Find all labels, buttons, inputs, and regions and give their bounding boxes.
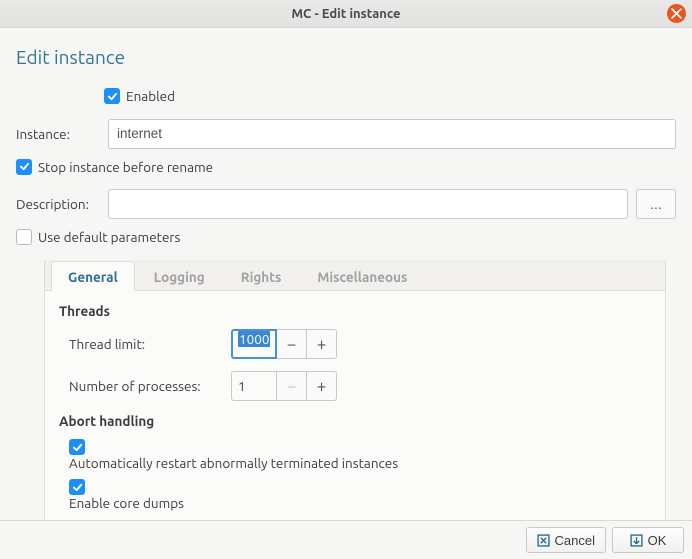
default-params-checkbox[interactable]: Use default parameters <box>16 229 180 245</box>
instance-row: Instance: <box>16 119 676 149</box>
check-icon <box>107 91 118 102</box>
num-processes-row: Number of processes: 1 − + <box>69 371 651 401</box>
ok-label: OK <box>648 533 667 548</box>
check-icon <box>72 442 83 453</box>
tabs-container: General Logging Rights Miscellaneous Thr… <box>44 260 666 536</box>
page-title: Edit instance <box>16 46 676 68</box>
cancel-button[interactable]: Cancel <box>526 527 606 553</box>
thread-limit-label: Thread limit: <box>69 336 221 352</box>
description-more-button[interactable]: ... <box>636 189 676 219</box>
cancel-icon <box>537 534 550 547</box>
thread-limit-input[interactable]: 1000 <box>231 329 277 359</box>
enabled-checkbox[interactable]: Enabled <box>104 88 175 104</box>
num-processes-increment[interactable]: + <box>307 371 337 401</box>
ok-button[interactable]: OK <box>612 527 684 553</box>
stop-before-rename-label: Stop instance before rename <box>38 159 213 175</box>
core-dumps-checkbox[interactable]: Enable core dumps <box>69 479 651 511</box>
num-processes-label: Number of processes: <box>69 378 221 394</box>
abort-title: Abort handling <box>59 413 651 429</box>
window-title: MC - Edit instance <box>291 7 400 21</box>
stop-before-rename-checkbox[interactable]: Stop instance before rename <box>16 159 213 175</box>
ok-icon <box>630 534 643 547</box>
tab-body-general: Threads Thread limit: 1000 − + Number of… <box>45 291 665 535</box>
num-processes-input[interactable]: 1 <box>231 371 277 401</box>
instance-input[interactable] <box>108 119 676 149</box>
thread-limit-increment[interactable]: + <box>307 329 337 359</box>
description-input[interactable] <box>108 189 628 219</box>
tab-miscellaneous[interactable]: Miscellaneous <box>300 261 424 291</box>
cancel-label: Cancel <box>555 533 595 548</box>
content-area: Edit instance Enabled Instance: Stop ins… <box>0 28 692 536</box>
auto-restart-checkbox[interactable]: Automatically restart abnormally termina… <box>69 439 651 471</box>
threads-title: Threads <box>59 303 651 319</box>
thread-limit-row: Thread limit: 1000 − + <box>69 329 651 359</box>
description-row: Description: ... <box>16 189 676 219</box>
core-dumps-label: Enable core dumps <box>69 495 184 511</box>
close-icon <box>671 8 682 19</box>
close-button[interactable] <box>667 4 686 23</box>
footer: Cancel OK <box>0 520 692 559</box>
titlebar: MC - Edit instance <box>0 0 692 28</box>
thread-limit-decrement[interactable]: − <box>277 329 307 359</box>
default-params-label: Use default parameters <box>38 229 180 245</box>
thread-limit-stepper: 1000 − + <box>231 329 337 359</box>
tab-rights[interactable]: Rights <box>224 261 299 291</box>
num-processes-decrement[interactable]: − <box>277 371 307 401</box>
enabled-label: Enabled <box>126 88 175 104</box>
description-label: Description: <box>16 196 100 212</box>
instance-label: Instance: <box>16 126 100 142</box>
check-icon <box>72 482 83 493</box>
tab-general[interactable]: General <box>51 261 135 291</box>
tabstrip: General Logging Rights Miscellaneous <box>45 260 665 291</box>
tab-logging[interactable]: Logging <box>137 261 222 291</box>
check-icon <box>19 161 30 172</box>
num-processes-stepper: 1 − + <box>231 371 337 401</box>
auto-restart-label: Automatically restart abnormally termina… <box>69 455 398 471</box>
